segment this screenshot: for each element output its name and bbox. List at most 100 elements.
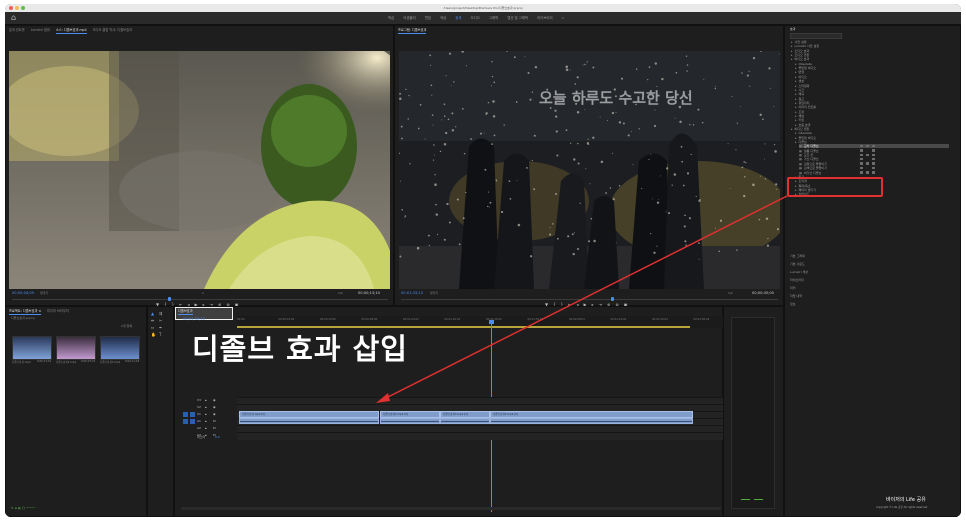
source-timecode[interactable]: 00;00;04;09: [12, 291, 34, 295]
source-zoom-select[interactable]: 1/2: [338, 291, 343, 295]
program-scrub-bar[interactable]: [401, 299, 778, 300]
accelerated-icon: [860, 166, 863, 170]
workspace-tab[interactable]: »: [562, 12, 564, 24]
timeline-track[interactable]: [237, 432, 723, 440]
track-id[interactable]: A2: [197, 426, 201, 430]
panel-tab[interactable]: 프로그램: 디졸브효과: [398, 26, 427, 34]
source-fit-select[interactable]: 맞추기: [40, 291, 48, 295]
eye-icon[interactable]: M: [213, 426, 216, 430]
project-item-count: 1개 항목: [121, 324, 133, 328]
panel-tab[interactable]: 프로젝트: 디졸브효과 ≡: [9, 307, 42, 315]
timeline-video-clip[interactable]: 디졸브효과.mp4 [V]: [239, 411, 379, 418]
timeline-scrollbar[interactable]: [181, 507, 721, 510]
lock-icon[interactable]: 🔒︎: [205, 398, 207, 402]
slip-tool-icon[interactable]: ⇔: [151, 325, 154, 330]
sparkle: [429, 54, 432, 57]
lock-icon[interactable]: 🔒︎: [205, 405, 207, 409]
sub-panel-header[interactable]: 기본 그래픽: [790, 254, 805, 258]
workspace-tab[interactable]: 그래픽: [489, 12, 498, 24]
timeline-audio-clip[interactable]: [239, 418, 379, 424]
program-playhead[interactable]: [611, 297, 614, 301]
source-playhead[interactable]: [168, 297, 171, 301]
panel-tab[interactable]: 오디오 클립 믹서: 디졸브효과: [93, 26, 132, 34]
source-scrub-bar[interactable]: [12, 299, 388, 300]
panel-tab[interactable]: Lumetri 범위: [31, 26, 50, 34]
sparkle: [589, 183, 591, 185]
track-id[interactable]: A1: [197, 419, 201, 423]
workspace-tab[interactable]: 오디오: [470, 12, 479, 24]
sparkle: [549, 233, 552, 236]
track-id[interactable]: V1: [197, 412, 201, 416]
sparkle: [491, 75, 494, 78]
home-icon[interactable]: ⌂: [11, 13, 16, 23]
type-tool-icon[interactable]: T: [159, 332, 161, 337]
lock-icon[interactable]: 🔒︎: [205, 419, 207, 423]
lock-icon[interactable]: 🔒︎: [205, 412, 207, 416]
sparkle: [573, 158, 576, 161]
master-volume[interactable]: 0.0: [215, 435, 220, 439]
timeline-video-clip[interactable]: 디졸브효과3.mp4 [V]: [440, 411, 490, 418]
panel-tab[interactable]: 효과 컨트롤: [9, 26, 25, 34]
timeline-audio-clip[interactable]: [440, 418, 490, 424]
track-id[interactable]: V2: [197, 405, 201, 409]
workspace-tab[interactable]: 캡션 및 그래픽: [507, 12, 528, 24]
track-id[interactable]: V3: [197, 398, 201, 402]
playhead-handle[interactable]: [489, 320, 494, 324]
sub-panel-header[interactable]: 마커: [790, 286, 796, 290]
timeline-timecode[interactable]: 00;01;33;13: [183, 317, 205, 321]
workspace-tab[interactable]: 학습: [388, 12, 394, 24]
track-target-toggle[interactable]: [183, 419, 188, 424]
track-select-tool-icon[interactable]: ⇶: [159, 311, 162, 316]
timeline-audio-clip[interactable]: [380, 418, 440, 424]
program-zoom-select[interactable]: 1/2: [728, 291, 733, 295]
workspace-tab[interactable]: 어셈블리: [403, 12, 415, 24]
sub-panel-header[interactable]: 기본 사운드: [790, 262, 805, 266]
selection-tool-icon[interactable]: ▲: [151, 311, 154, 316]
sparkle: [574, 83, 577, 85]
eye-icon[interactable]: ◉: [213, 398, 216, 402]
eye-icon[interactable]: ◉: [213, 412, 216, 416]
project-footer-icons[interactable]: ✎ ≡ ▤ ◯ ─────: [11, 506, 35, 510]
project-clip-thumbnail[interactable]: [12, 336, 52, 360]
program-fit-select[interactable]: 맞추기: [430, 291, 438, 295]
sparkle: [500, 210, 504, 214]
timeline-tab[interactable]: 디졸브효과: [178, 307, 193, 315]
effects-search-input[interactable]: [790, 33, 842, 39]
program-duration: 00;00;45;00: [752, 291, 774, 295]
razor-tool-icon[interactable]: ✂: [159, 318, 162, 323]
workspace-tab[interactable]: 편집: [425, 12, 431, 24]
sparkle: [416, 246, 420, 250]
sparkle: [462, 217, 465, 220]
sub-panel-header[interactable]: 작업 내역: [790, 294, 802, 298]
pen-tool-icon[interactable]: ✒: [159, 325, 162, 330]
sub-panel-header[interactable]: 정보: [790, 302, 796, 306]
timeline-audio-clip[interactable]: [490, 418, 693, 424]
timeline-video-clip[interactable]: 디졸브효과4.mp4 [V]: [490, 411, 693, 418]
sub-panel-header[interactable]: Lumetri 색상: [790, 270, 808, 274]
sparkle: [433, 144, 435, 146]
sparkle: [743, 194, 746, 198]
project-clip-thumbnail[interactable]: [100, 336, 140, 360]
panel-tab[interactable]: 소스: 디졸브효과.mp4: [55, 26, 87, 34]
project-clip-thumbnail[interactable]: [56, 336, 96, 360]
workspace-tab[interactable]: 효과: [455, 12, 461, 24]
hand-tool-icon[interactable]: ✋: [151, 332, 156, 337]
lock-icon[interactable]: 🔒︎: [205, 426, 207, 430]
workspace-tab[interactable]: 라이브러리: [537, 12, 553, 24]
eye-icon[interactable]: ◉: [213, 405, 216, 409]
track-target-toggle[interactable]: [183, 412, 188, 417]
sparkle: [437, 233, 439, 236]
sparkle: [488, 191, 490, 193]
workspace-tab[interactable]: 색상: [440, 12, 446, 24]
ripple-edit-tool-icon[interactable]: ⇹: [151, 318, 154, 323]
track-source-toggle[interactable]: [190, 412, 195, 417]
timeline-video-clip[interactable]: 디졸브효과2.mp4 [V]: [380, 411, 440, 418]
panel-tab[interactable]: 미디어 브라우저: [47, 307, 69, 315]
program-timecode[interactable]: 00;01;33;13: [401, 291, 423, 295]
track-source-toggle[interactable]: [190, 419, 195, 424]
sparkle: [775, 183, 778, 186]
sparkle: [484, 168, 487, 171]
sub-panel-header[interactable]: 라이브러리: [790, 278, 804, 282]
project-path: 디졸브효과.prproj: [11, 316, 35, 320]
eye-icon[interactable]: M: [213, 419, 216, 423]
